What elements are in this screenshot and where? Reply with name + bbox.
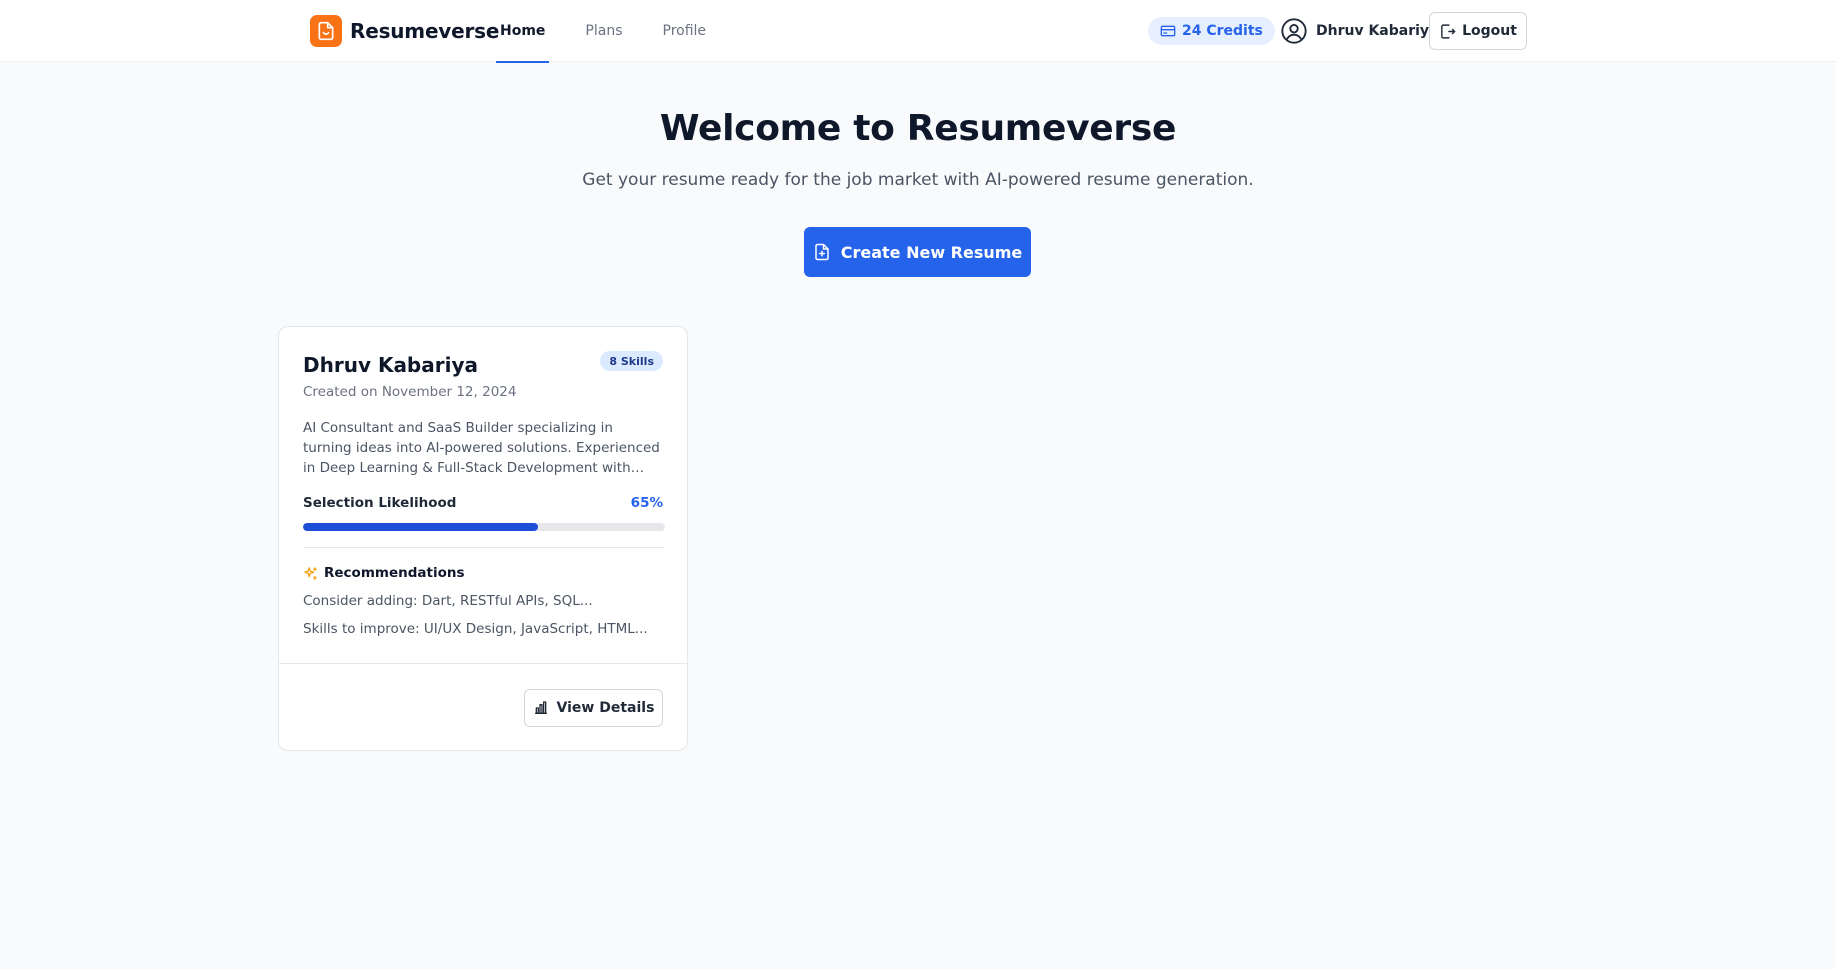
- create-resume-button[interactable]: Create New Resume: [804, 227, 1031, 277]
- user-menu[interactable]: Dhruv Kabariya: [1280, 17, 1439, 45]
- recommendation-improve-skills: Skills to improve: UI/UX Design, JavaScr…: [303, 621, 648, 637]
- file-plus-icon: [814, 243, 829, 261]
- page-subtitle: Get your resume ready for the job market…: [582, 170, 1254, 190]
- create-resume-label: Create New Resume: [840, 242, 1023, 262]
- user-name: Dhruv Kabariya: [1316, 23, 1439, 39]
- card-footer-divider: [279, 663, 687, 664]
- likelihood-progress-bar: [303, 523, 665, 531]
- resume-description-text: AI Consultant and SaaS Builder specializ…: [303, 420, 660, 476]
- tab-home[interactable]: Home: [495, 0, 550, 63]
- bar-chart-icon: [534, 701, 547, 714]
- resume-name: Dhruv Kabariya: [303, 353, 478, 377]
- brand[interactable]: Resumeverse: [310, 15, 499, 47]
- credits-badge[interactable]: 24 Credits: [1148, 17, 1275, 45]
- resume-description: AI Consultant and SaaS Builder specializ…: [303, 418, 665, 478]
- skills-badge: 8 Skills: [600, 351, 663, 371]
- sparkles-icon: [304, 566, 317, 580]
- likelihood-value: 65%: [630, 495, 663, 511]
- resume-card: Dhruv Kabariya 8 Skills Created on Novem…: [278, 326, 688, 751]
- resume-created-date: Created on November 12, 2024: [303, 384, 517, 400]
- user-circle-icon: [1281, 18, 1307, 44]
- credits-label: 24 Credits: [1182, 23, 1263, 39]
- recommendations-header: Recommendations: [303, 565, 465, 581]
- view-details-button[interactable]: View Details: [524, 689, 663, 727]
- page-title: Welcome to Resumeverse: [659, 108, 1177, 149]
- logout-button[interactable]: Logout: [1429, 12, 1527, 50]
- main-nav: Home Plans Profile: [495, 0, 746, 63]
- view-details-label: View Details: [556, 700, 655, 716]
- logout-icon: [1441, 23, 1456, 39]
- likelihood-progress-fill: [303, 523, 539, 531]
- likelihood-label: Selection Likelihood: [303, 495, 457, 511]
- recommendation-add-skills: Consider adding: Dart, RESTful APIs, SQL…: [303, 593, 593, 609]
- tab-plans[interactable]: Plans: [585, 0, 622, 62]
- recommendations-title: Recommendations: [324, 565, 465, 581]
- tab-profile[interactable]: Profile: [663, 0, 707, 62]
- credit-card-icon: [1160, 25, 1176, 37]
- document-smile-icon: [310, 15, 342, 47]
- brand-name: Resumeverse: [350, 19, 500, 43]
- top-navbar: Resumeverse Home Plans Profile 24 Credit…: [0, 0, 1836, 63]
- logout-label: Logout: [1462, 23, 1517, 39]
- divider: [303, 547, 665, 548]
